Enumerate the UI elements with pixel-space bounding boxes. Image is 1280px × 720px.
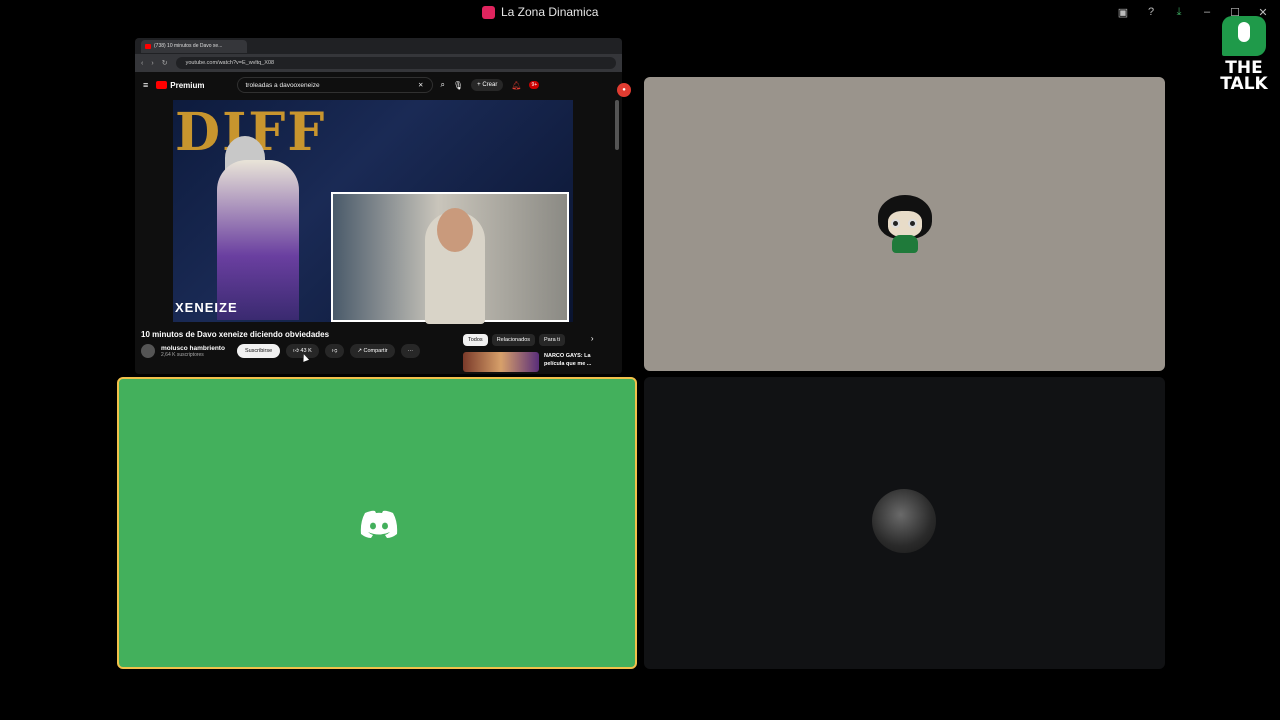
the-talk-logo: THE TALK bbox=[1212, 16, 1276, 94]
chip-related[interactable]: Relacionados bbox=[491, 334, 536, 346]
webcam-overlay bbox=[331, 192, 569, 324]
browser-tab[interactable]: (738) 10 minutos de Davo xe... bbox=[141, 39, 247, 53]
screen-share-tile[interactable]: (738) 10 minutos de Davo xe... ‹ › ↻ you… bbox=[135, 38, 622, 374]
recommendation-chips: Todos Relacionados Para ti › bbox=[463, 334, 594, 346]
microphone-icon[interactable]: 🎙︎ bbox=[453, 81, 463, 90]
video-overlay-caption: XENEIZE bbox=[175, 300, 238, 315]
microphone-bubble-icon bbox=[1222, 16, 1266, 56]
search-icon[interactable]: ⌕ bbox=[441, 80, 445, 90]
inbox-icon[interactable]: ▣ bbox=[1116, 5, 1130, 19]
more-actions-button[interactable]: ··· bbox=[400, 344, 421, 358]
video-player[interactable]: DIFF XENEIZE bbox=[173, 100, 573, 324]
share-label: Compartir bbox=[363, 348, 388, 354]
channel-row: molusco hambriento 2,64 K suscriptores S… bbox=[141, 344, 421, 358]
video-title: 10 minutos de Davo xeneize diciendo obvi… bbox=[141, 330, 330, 339]
browser-tab-strip: (738) 10 minutos de Davo xe... bbox=[135, 38, 622, 54]
dislike-button[interactable]: 👎︎ bbox=[324, 344, 345, 358]
notification-count: 9+ bbox=[529, 81, 540, 89]
create-label: Crear bbox=[482, 82, 498, 88]
chips-next-icon[interactable]: › bbox=[591, 334, 594, 346]
channel-subscribers: 2,64 K suscriptores bbox=[161, 351, 204, 358]
help-icon[interactable]: ? bbox=[1144, 5, 1158, 19]
subscribe-button[interactable]: Suscribirse bbox=[236, 344, 281, 358]
forward-icon[interactable]: › bbox=[151, 60, 153, 67]
app-logo-icon bbox=[482, 5, 495, 19]
youtube-logo[interactable]: Premium bbox=[156, 80, 205, 90]
recommended-title[interactable]: NARCO GAYS: La película que me ... bbox=[544, 352, 596, 372]
app-title: La Zona Dinamica bbox=[482, 5, 598, 19]
participant-avatar bbox=[878, 195, 932, 255]
search-value: troleadas a davooxeneize bbox=[245, 81, 320, 89]
url-text: youtube.com/watch?v=E_wvltq_X08 bbox=[185, 60, 275, 66]
channel-name[interactable]: molusco hambriento bbox=[161, 345, 225, 352]
recommended-thumbnail[interactable] bbox=[463, 352, 539, 372]
page-scrollbar[interactable] bbox=[615, 100, 619, 150]
menu-icon[interactable]: ≡ bbox=[143, 80, 148, 90]
the-talk-label: THE TALK bbox=[1220, 58, 1268, 94]
youtube-favicon-icon bbox=[145, 43, 151, 49]
share-button[interactable]: ↗ Compartir bbox=[350, 344, 395, 358]
browser-tab-title: (738) 10 minutos de Davo xe... bbox=[154, 43, 223, 49]
create-button[interactable]: + Crear bbox=[471, 79, 504, 91]
youtube-play-icon bbox=[156, 81, 168, 89]
notifications-icon[interactable]: 🔔︎ bbox=[511, 81, 521, 90]
youtube-header: ≡ Premium troleadas a davooxeneize ✕ ⌕ 🎙… bbox=[135, 72, 622, 98]
player-image bbox=[217, 160, 299, 320]
participant-tile-2[interactable] bbox=[644, 377, 1165, 669]
back-icon[interactable]: ‹ bbox=[141, 60, 143, 67]
chip-for-you[interactable]: Para ti bbox=[539, 334, 565, 346]
discord-logo-icon bbox=[360, 510, 398, 538]
youtube-logo-label: Premium bbox=[170, 80, 205, 90]
youtube-search-input[interactable]: troleadas a davooxeneize ✕ bbox=[236, 77, 433, 93]
channel-avatar[interactable] bbox=[141, 344, 155, 358]
browser-address-bar: ‹ › ↻ youtube.com/watch?v=E_wvltq_X08 bbox=[135, 54, 622, 72]
participant-tile-1[interactable] bbox=[644, 77, 1165, 371]
url-input[interactable]: youtube.com/watch?v=E_wvltq_X08 bbox=[175, 57, 616, 69]
app-title-text: La Zona Dinamica bbox=[501, 5, 599, 19]
download-icon[interactable]: ⤓ bbox=[1172, 5, 1186, 19]
app-titlebar: La Zona Dinamica ▣ ? ⤓ – ☐ ✕ bbox=[0, 0, 1280, 26]
stream-live-indicator-icon: ● bbox=[617, 83, 631, 97]
streamer-head bbox=[437, 208, 473, 252]
participant-tile-speaking[interactable] bbox=[117, 377, 637, 669]
chip-all[interactable]: Todos bbox=[463, 334, 488, 346]
reload-icon[interactable]: ↻ bbox=[162, 59, 168, 67]
clear-search-icon[interactable]: ✕ bbox=[418, 81, 423, 89]
participant-avatar-dark bbox=[872, 489, 936, 553]
recommended-video[interactable]: NARCO GAYS: La película que me ... bbox=[463, 352, 596, 372]
